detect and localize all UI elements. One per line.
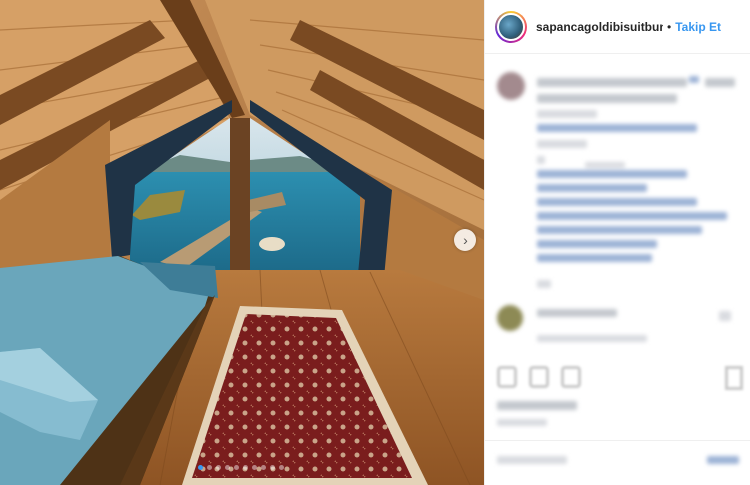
comment-icon[interactable] (529, 366, 549, 388)
caption-line (537, 198, 697, 206)
caption-line (537, 110, 597, 118)
carousel-indicator (198, 465, 284, 470)
caption-author-avatar (497, 72, 525, 100)
caption-line (537, 140, 587, 148)
add-comment-blurred[interactable] (485, 442, 750, 482)
carousel-next-button[interactable]: › (454, 229, 476, 251)
heart-icon[interactable] (497, 366, 517, 388)
caption-line (537, 254, 652, 262)
attic-bedroom-lake-image (0, 0, 484, 485)
carousel-dot-active (198, 465, 203, 470)
caption-line (537, 94, 677, 103)
comment-line (719, 311, 731, 321)
carousel-dot (270, 465, 275, 470)
chevron-right-icon: › (463, 232, 468, 248)
caption-line (537, 226, 702, 234)
comment-blurred (485, 295, 750, 355)
caption-line (537, 212, 727, 220)
post-comment-button[interactable] (707, 456, 739, 464)
caption-line (705, 78, 735, 87)
caption-line (585, 162, 625, 168)
caption-line (537, 78, 687, 87)
caption-line (537, 170, 687, 178)
share-icon[interactable] (561, 366, 581, 388)
carousel-dot (207, 465, 212, 470)
caption-line (537, 156, 545, 164)
carousel-dot (252, 465, 257, 470)
commenter-avatar (497, 305, 523, 331)
caption-line (537, 184, 647, 192)
caption-line (537, 124, 697, 132)
post-actions (497, 366, 581, 388)
post-side-panel: sapancagoldibisuitbungalov • Takip Et (484, 0, 750, 485)
likes-count (497, 401, 577, 410)
comment-input[interactable] (497, 456, 567, 464)
carousel-dot (279, 465, 284, 470)
likes-blurred (485, 395, 750, 435)
comment-line (537, 309, 617, 317)
carousel-dot (225, 465, 230, 470)
carousel-dot (243, 465, 248, 470)
caption-blurred (485, 0, 750, 300)
carousel-dot (261, 465, 266, 470)
carousel-dot (234, 465, 239, 470)
caption-line (689, 76, 699, 83)
post-date (497, 419, 547, 426)
caption-line (537, 240, 657, 248)
bookmark-icon[interactable] (725, 366, 743, 390)
carousel-dot (216, 465, 221, 470)
post-photo[interactable]: › (0, 0, 484, 485)
comment-box-divider (485, 440, 750, 441)
caption-line (537, 280, 551, 288)
comment-meta (537, 335, 647, 342)
